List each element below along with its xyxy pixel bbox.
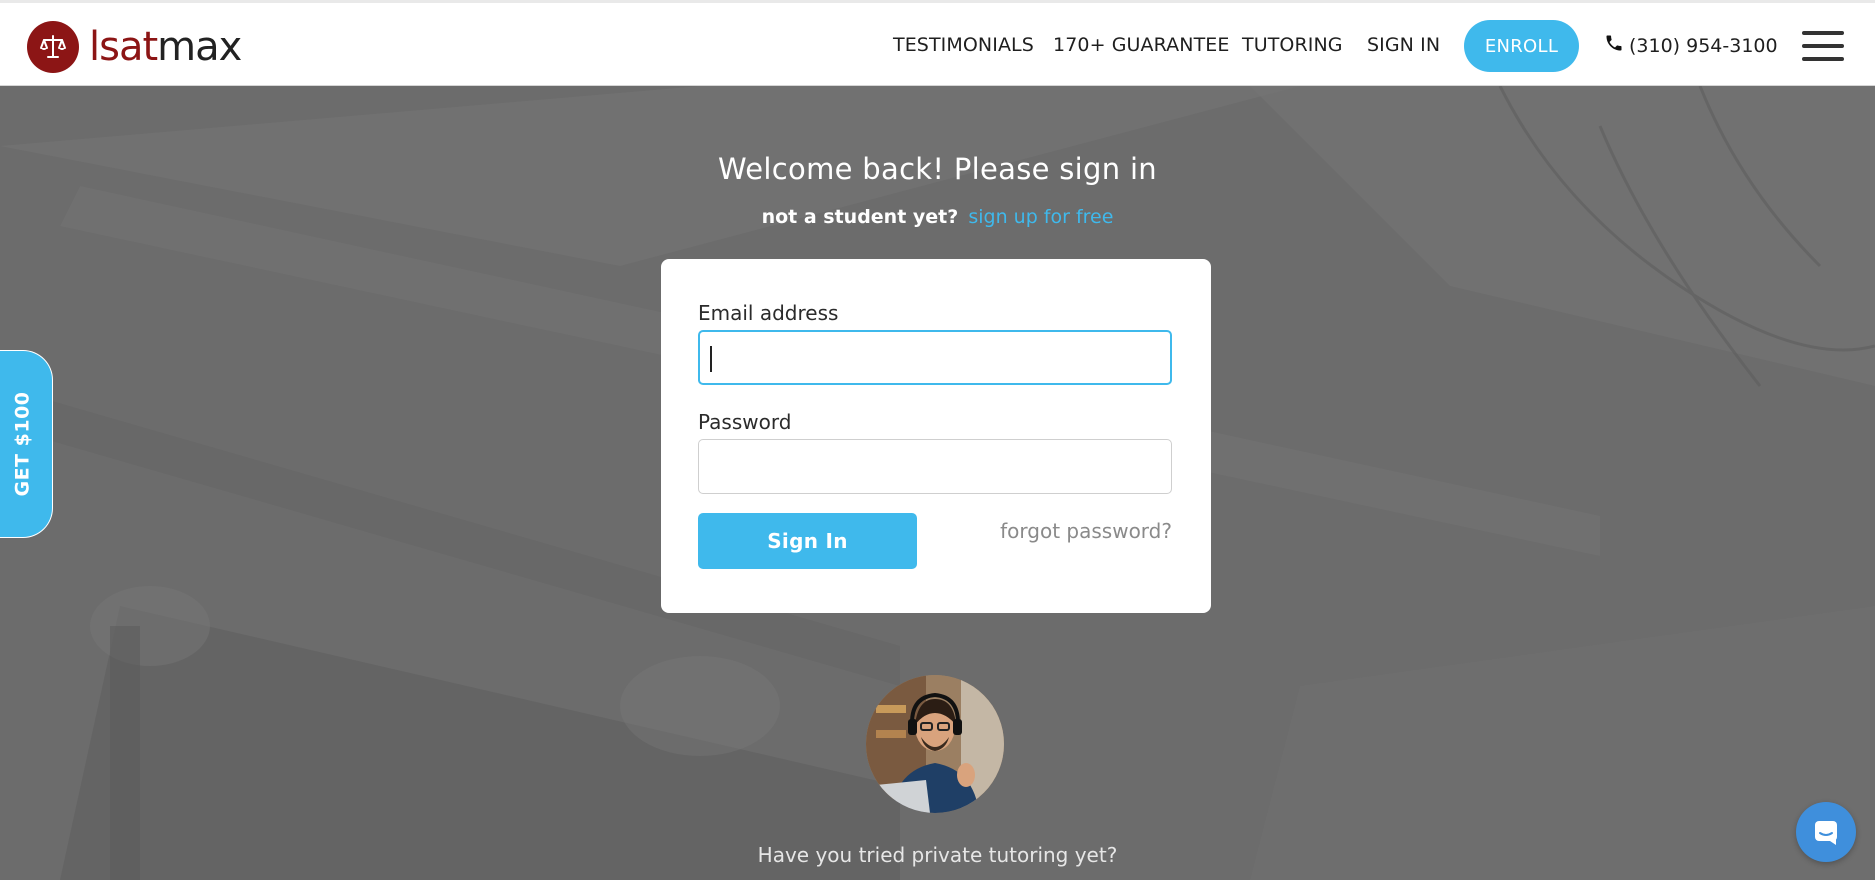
not-student-text: not a student yet? bbox=[761, 206, 959, 228]
signup-link[interactable]: sign up for free bbox=[968, 206, 1113, 228]
logo-wordmark: lsatmax bbox=[89, 24, 242, 70]
logo-text-lsat: lsat bbox=[89, 24, 158, 70]
phone-link[interactable]: (310) 954-3100 bbox=[1604, 33, 1778, 58]
scales-icon bbox=[27, 21, 79, 73]
signin-card: Email address Password Sign In forgot pa… bbox=[661, 259, 1211, 613]
chat-icon bbox=[1815, 821, 1837, 845]
signin-button[interactable]: Sign In bbox=[698, 513, 917, 569]
get-100-tab[interactable]: GET $100 bbox=[0, 350, 53, 538]
page-title: Welcome back! Please sign in bbox=[718, 152, 1157, 186]
phone-icon bbox=[1604, 33, 1629, 58]
tutoring-question: Have you tried private tutoring yet? bbox=[757, 843, 1118, 867]
email-label: Email address bbox=[698, 301, 839, 325]
get-100-label: GET $100 bbox=[12, 391, 34, 497]
password-field[interactable] bbox=[698, 439, 1172, 494]
password-label: Password bbox=[698, 410, 792, 434]
nav-signin[interactable]: SIGN IN bbox=[1367, 34, 1440, 56]
menu-icon[interactable] bbox=[1802, 31, 1844, 61]
signup-prompt: not a student yet? sign up for free bbox=[0, 206, 1875, 228]
site-header: lsatmax TESTIMONIALS 170+ GUARANTEE TUTO… bbox=[0, 0, 1875, 86]
nav-testimonials[interactable]: TESTIMONIALS bbox=[893, 34, 1034, 56]
email-field[interactable] bbox=[698, 330, 1172, 385]
forgot-password-link[interactable]: forgot password? bbox=[1000, 519, 1172, 543]
nav-tutoring[interactable]: TUTORING bbox=[1242, 34, 1343, 56]
text-caret bbox=[710, 346, 712, 372]
logo-text-max: max bbox=[157, 24, 242, 70]
phone-number: (310) 954-3100 bbox=[1629, 34, 1778, 57]
nav-guarantee[interactable]: 170+ GUARANTEE bbox=[1053, 34, 1230, 56]
enroll-button[interactable]: ENROLL bbox=[1464, 20, 1579, 72]
chat-button[interactable] bbox=[1796, 802, 1856, 862]
logo[interactable]: lsatmax bbox=[27, 21, 242, 73]
tutor-avatar bbox=[866, 675, 1004, 813]
